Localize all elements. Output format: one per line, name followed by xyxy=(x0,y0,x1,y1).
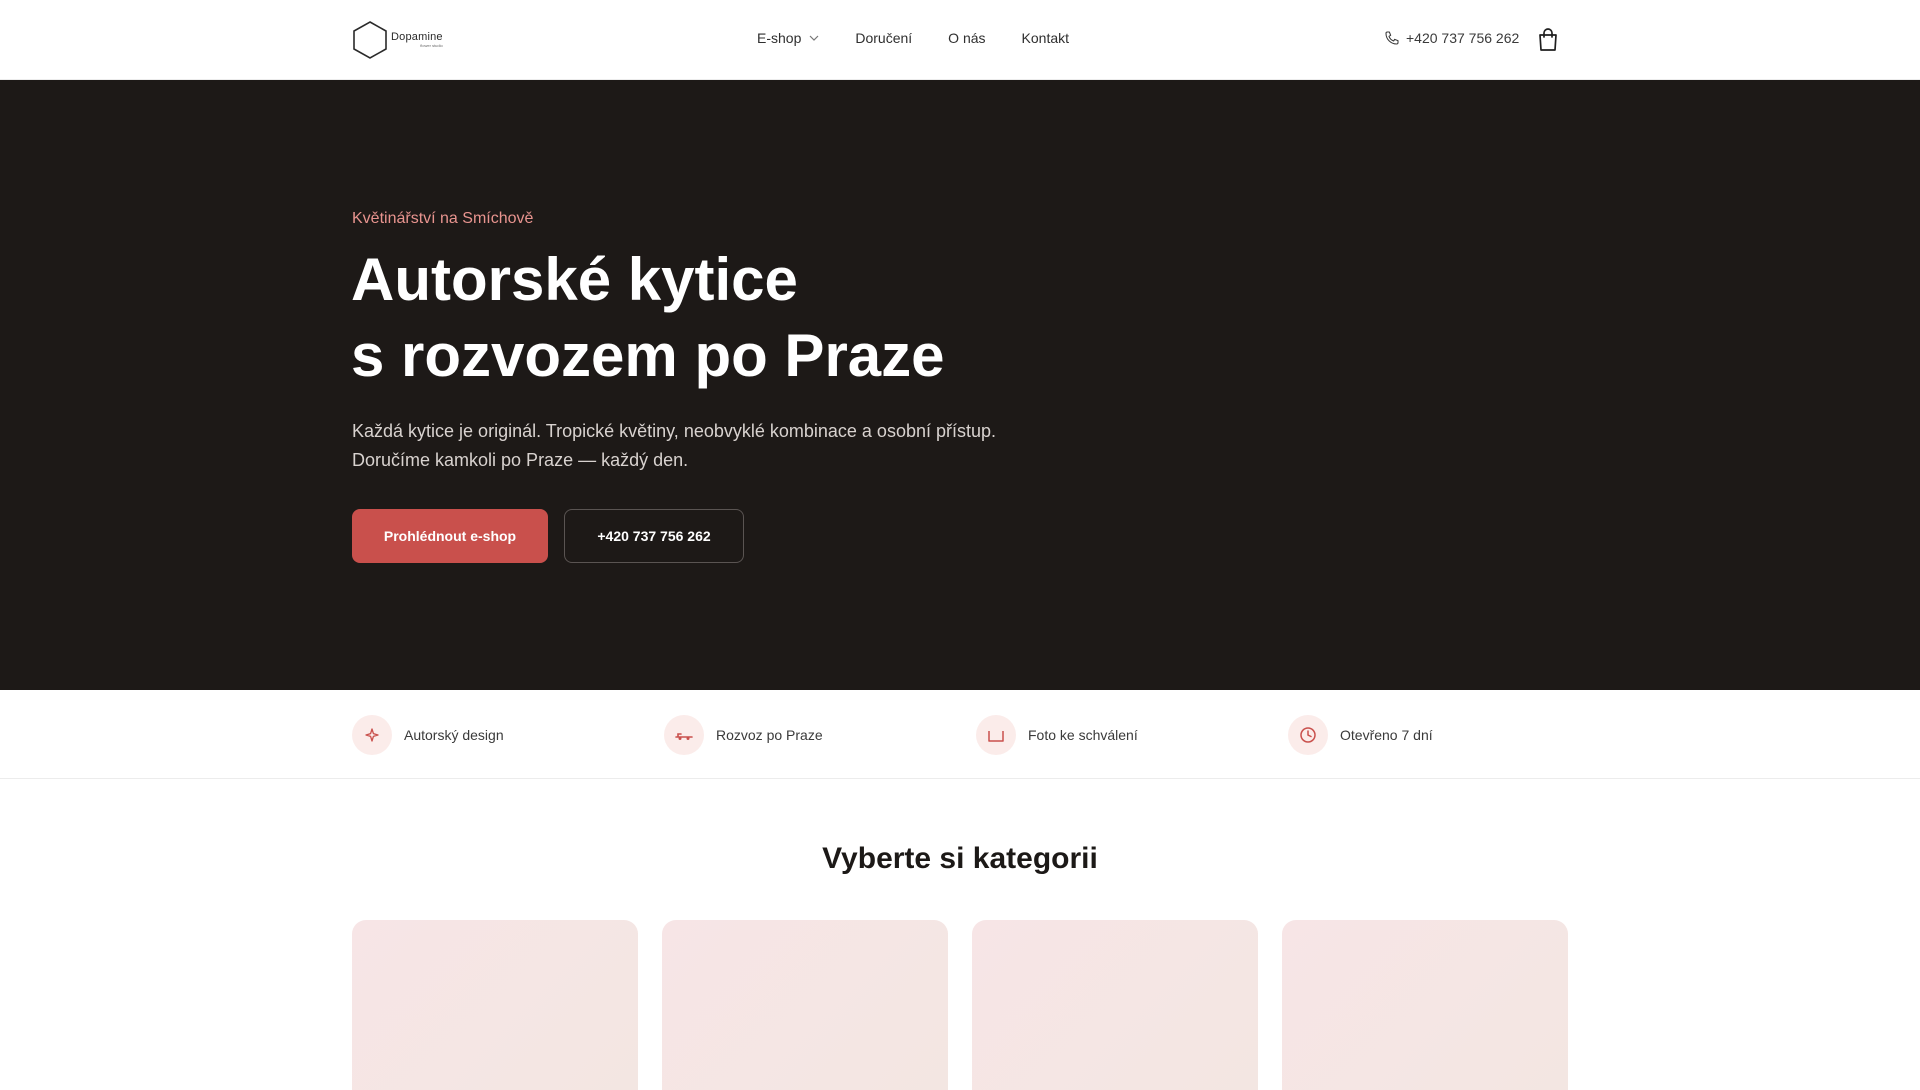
hero-title-line-2: s rozvozem po Praze xyxy=(351,322,945,389)
shopping-bag-icon xyxy=(1539,28,1557,51)
nav-item-label: Kontakt xyxy=(1021,30,1070,46)
main-nav: E-shop Doručení O nás Kontakt xyxy=(757,30,1069,46)
category-card[interactable] xyxy=(352,920,638,1090)
logo-name: Dopamine xyxy=(391,31,443,43)
clock-icon xyxy=(1300,727,1316,743)
logo[interactable]: Dopamine flower studio xyxy=(351,20,443,60)
nav-item-doruceni[interactable]: Doručení xyxy=(855,30,912,46)
feature-item: Rozvoz po Praze xyxy=(664,715,823,755)
chevron-down-icon xyxy=(809,35,819,41)
hero-title: Autorské kytice s rozvozem po Praze xyxy=(351,242,945,394)
nav-item-kontakt[interactable]: Kontakt xyxy=(1022,30,1069,46)
hero-description-line-2: Doručíme kamkoli po Praze — každý den. xyxy=(352,450,689,470)
category-card[interactable] xyxy=(972,920,1258,1090)
sparkle-icon xyxy=(365,728,379,742)
phone-icon xyxy=(1385,31,1399,45)
feature-label: Otevřeno 7 dní xyxy=(1340,727,1433,743)
feature-item: Otevřeno 7 dní xyxy=(1288,715,1433,755)
hero-description: Každá kytice je originál. Tropické květi… xyxy=(352,417,1052,475)
nav-item-label: O nás xyxy=(948,30,986,46)
feature-label: Autorský design xyxy=(404,727,504,743)
feature-icon-wrap xyxy=(664,715,704,755)
nav-item-eshop[interactable]: E-shop xyxy=(757,30,819,46)
hero-eyebrow: Květinářství na Smíchově xyxy=(352,210,534,227)
header-phone-number: +420 737 756 262 xyxy=(1406,30,1520,46)
hero-section: Květinářství na Smíchově Autorské kytice… xyxy=(0,80,1920,690)
logo-sub: flower studio xyxy=(420,43,443,48)
feature-label: Rozvoz po Praze xyxy=(716,727,823,743)
category-card[interactable] xyxy=(662,920,948,1090)
call-phone-button[interactable]: +420 737 756 262 xyxy=(564,509,744,563)
hero-title-line-1: Autorské kytice xyxy=(351,246,798,313)
features-strip: Autorský design Rozvoz po Praze Foto ke … xyxy=(0,690,1920,779)
categories-title: Vyberte si kategorii xyxy=(822,842,1098,875)
feature-label: Foto ke schválení xyxy=(1028,727,1138,743)
hero-description-line-1: Každá kytice je originál. Tropické květi… xyxy=(352,421,997,441)
browse-eshop-button[interactable]: Prohlédnout e-shop xyxy=(352,509,548,563)
feature-item: Foto ke schválení xyxy=(976,715,1138,755)
nav-item-label: E-shop xyxy=(757,30,802,46)
feature-icon-wrap xyxy=(352,715,392,755)
logo-text: Dopamine flower studio xyxy=(391,31,443,49)
hexagon-logo-icon xyxy=(353,21,387,59)
site-header: Dopamine flower studio E-shop Doručení O… xyxy=(0,0,1920,80)
feature-item: Autorský design xyxy=(352,715,504,755)
camera-icon xyxy=(988,731,1004,742)
nav-item-label: Doručení xyxy=(855,30,913,46)
nav-item-o-nas[interactable]: O nás xyxy=(948,30,985,46)
cart-button[interactable] xyxy=(1537,28,1559,57)
category-card[interactable] xyxy=(1282,920,1568,1090)
header-phone-link[interactable]: +420 737 756 262 xyxy=(1384,30,1519,46)
feature-icon-wrap xyxy=(1288,715,1328,755)
car-icon xyxy=(675,733,693,740)
feature-icon-wrap xyxy=(976,715,1016,755)
